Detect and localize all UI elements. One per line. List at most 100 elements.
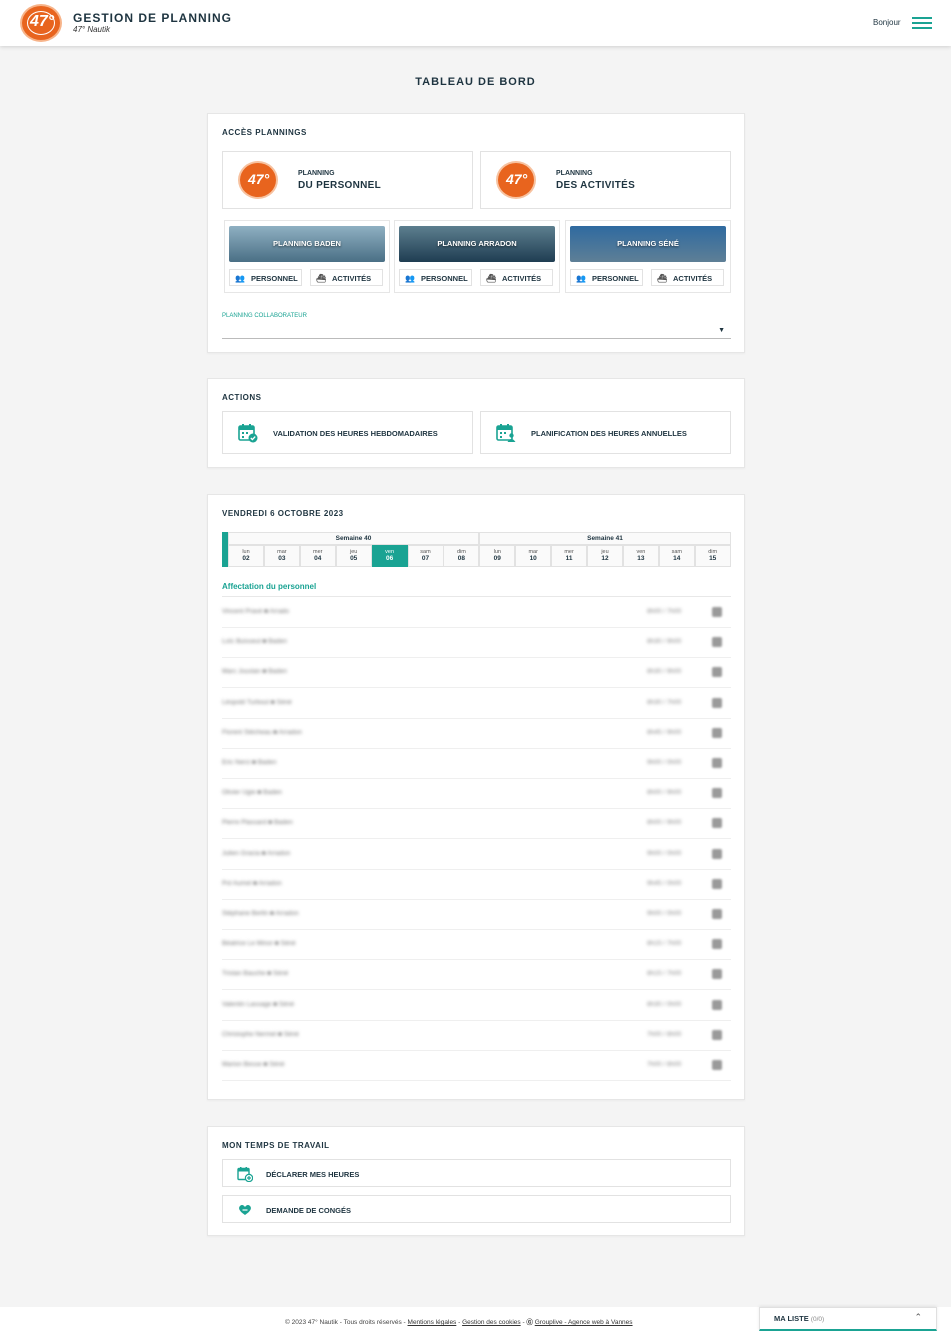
employee-name[interactable]: Pierre Plassard ■ Baden	[222, 819, 293, 826]
collab-select[interactable]: ▼	[222, 323, 731, 339]
employee-name[interactable]: Marc Jouslan ■ Baden	[222, 668, 287, 675]
people-icon: 👥	[235, 274, 245, 283]
calendar-icon[interactable]	[712, 969, 722, 980]
my-list-count: (0/0)	[810, 1316, 825, 1323]
calendar-day[interactable]: jeu 12	[587, 545, 623, 567]
day-number: 14	[673, 555, 681, 562]
boat-icon: ⛴	[316, 274, 327, 283]
plannings-title: ACCÈS PLANNINGS	[222, 128, 307, 137]
calendar-plus-icon	[237, 1167, 253, 1182]
assignment-row: Vincent Pravé ■ Arrado 8h00 / 7h00	[222, 598, 731, 628]
calendar-icon[interactable]	[712, 909, 722, 919]
footer-copyright: © 2023 47° Nautik - Tous droits réservés…	[285, 1319, 408, 1326]
calendar-day[interactable]: lun 02	[228, 545, 264, 567]
calendar-day[interactable]: lun 09	[479, 545, 516, 567]
employee-hours: 8h30 / 9h00	[647, 668, 682, 676]
assignment-row: Julien Gracia ■ Arradon 9h00 / 0h00	[222, 840, 731, 870]
site-banner[interactable]: PLANNING BADEN	[229, 226, 385, 262]
calendar-icon[interactable]	[712, 848, 722, 859]
employee-name[interactable]: Tristan Bauche ■ Séné	[222, 970, 288, 977]
leave-request-label: DEMANDE DE CONGÉS	[266, 1206, 352, 1215]
declare-hours-button[interactable]: DÉCLARER MES HEURES	[222, 1159, 731, 1187]
site-tile-arradon: PLANNING ARRADON 👥 PERSONNEL ⛴ ACTIVITÉS	[394, 220, 560, 293]
greeting-text: Bonjour	[873, 18, 901, 27]
assignment-row: Marc Jouslan ■ Baden 8h30 / 9h00	[222, 658, 731, 689]
site-tile-sene: PLANNING SÉNÉ 👥 PERSONNEL ⛴ ACTIVITÉS	[565, 220, 731, 293]
calendar-icon[interactable]	[712, 1029, 722, 1040]
cookies-link[interactable]: Gestion des cookies	[462, 1319, 521, 1326]
site-activites-button[interactable]: ⛴ ACTIVITÉS	[480, 269, 553, 286]
calendar-day[interactable]: dim 15	[694, 545, 731, 567]
assignment-row: Florent Stécheau ■ Arradon 8h45 / 9h00	[222, 719, 731, 749]
employee-name[interactable]: Valentin Lassage ■ Séné	[222, 1001, 294, 1008]
calendar-day[interactable]: mar 03	[263, 545, 300, 567]
employee-hours: 8h15 / 7h00	[647, 940, 682, 948]
mentions-link[interactable]: Mentions légales	[408, 1319, 457, 1326]
site-activites-button[interactable]: ⛴ ACTIVITÉS	[651, 269, 724, 286]
people-icon: 👥	[405, 274, 415, 283]
annual-planning-button[interactable]: PLANIFICATION DES HEURES ANNUELLES	[480, 411, 731, 454]
calendar-day[interactable]: ven 13	[622, 545, 659, 567]
employee-name[interactable]: Julien Gracia ■ Arradon	[222, 850, 290, 857]
employee-hours: 8h45 / 9h00	[647, 728, 682, 736]
employee-name[interactable]: Léopold Turbout ■ Séné	[222, 699, 292, 706]
calendar-icon[interactable]	[712, 727, 722, 738]
calendar-day[interactable]: dim 08	[443, 545, 480, 567]
day-number: 03	[278, 555, 286, 562]
site-personnel-button[interactable]: 👥 PERSONNEL	[229, 269, 302, 286]
worktime-title: MON TEMPS DE TRAVAIL	[222, 1141, 330, 1150]
assignment-row: Valentin Lassage ■ Séné 8h30 / 0h00	[222, 991, 731, 1021]
calendar-icon[interactable]	[712, 878, 722, 889]
day-number: 08	[457, 555, 465, 562]
site-personnel-button[interactable]: 👥 PERSONNEL	[399, 269, 472, 286]
calendar-day[interactable]: sam 14	[658, 545, 695, 567]
my-list-panel[interactable]: MA LISTE (0/0) ⌃	[759, 1307, 937, 1331]
calendar-icon[interactable]	[712, 607, 722, 617]
calendar-icon[interactable]	[712, 667, 722, 678]
calendar-icon[interactable]	[712, 637, 722, 648]
calendar-icon[interactable]	[712, 939, 722, 950]
site-banner-label: PLANNING BADEN	[273, 239, 341, 248]
calendar-icon[interactable]	[712, 999, 722, 1010]
site-banner[interactable]: PLANNING ARRADON	[399, 226, 555, 262]
leave-request-button[interactable]: DEMANDE DE CONGÉS	[222, 1195, 731, 1223]
employee-hours: 9h00 / 0h00	[647, 910, 682, 917]
planning-personnel-tile[interactable]: 47° PLANNING DU PERSONNEL	[222, 151, 473, 209]
calendar-icon[interactable]	[712, 758, 722, 768]
calendar-icon[interactable]	[712, 697, 722, 708]
logo-text: 47°	[30, 13, 55, 30]
site-banner[interactable]: PLANNING SÉNÉ	[570, 226, 726, 262]
assignment-row: Olivier Ugie ■ Baden 8h00 / 9h00	[222, 779, 731, 810]
calendar-day[interactable]: ven 06	[371, 545, 408, 567]
planning-activites-tile[interactable]: 47° PLANNING DES ACTIVITÉS	[480, 151, 731, 209]
employee-name[interactable]: Christophe Nermel ■ Séné	[222, 1031, 299, 1038]
validation-hours-button[interactable]: VALIDATION DES HEURES HEBDOMADAIRES	[222, 411, 473, 454]
top-header: 47° GESTION DE PLANNING 47° Nautik Bonjo…	[0, 0, 951, 46]
calendar-check-icon	[238, 424, 258, 443]
employee-name[interactable]: Stéphane Berlin ■ Arradon	[222, 910, 299, 917]
calendar-day[interactable]: mer 11	[551, 545, 588, 567]
employee-hours: 8h30 / 7h00	[647, 698, 682, 706]
employee-name[interactable]: Olivier Ugie ■ Baden	[222, 789, 282, 796]
employee-name[interactable]: Marion Besse ■ Séné	[222, 1061, 284, 1068]
heart-hands-icon	[239, 1205, 251, 1215]
employee-name[interactable]: Florent Stécheau ■ Arradon	[222, 729, 302, 736]
chevron-up-icon[interactable]: ⌃	[914, 1312, 922, 1323]
calendar-icon[interactable]	[712, 818, 722, 829]
menu-icon[interactable]	[912, 17, 932, 29]
calendar-day[interactable]: sam 07	[407, 545, 444, 567]
employee-name[interactable]: Pol Aumel ■ Arradon	[222, 880, 282, 887]
employee-name[interactable]: Béatrice Le Minor ■ Séné	[222, 940, 296, 947]
brand-logo[interactable]: 47°	[20, 4, 62, 42]
calendar-day[interactable]: mer 04	[299, 545, 336, 567]
calendar-day[interactable]: mar 10	[515, 545, 552, 567]
site-personnel-button[interactable]: 👥 PERSONNEL	[570, 269, 643, 286]
site-activites-button[interactable]: ⛴ ACTIVITÉS	[310, 269, 383, 286]
employee-name[interactable]: Loïc Buisseul ■ Baden	[222, 638, 287, 645]
calendar-day[interactable]: jeu 05	[335, 545, 372, 567]
grouplive-link[interactable]: Grouplive - Agence web à Vannes	[535, 1319, 633, 1326]
calendar-icon[interactable]	[712, 788, 722, 799]
calendar-icon[interactable]	[712, 1060, 722, 1070]
employee-name[interactable]: Eric Nerci ■ Baden	[222, 759, 277, 766]
employee-name[interactable]: Vincent Pravé ■ Arrado	[222, 608, 289, 615]
